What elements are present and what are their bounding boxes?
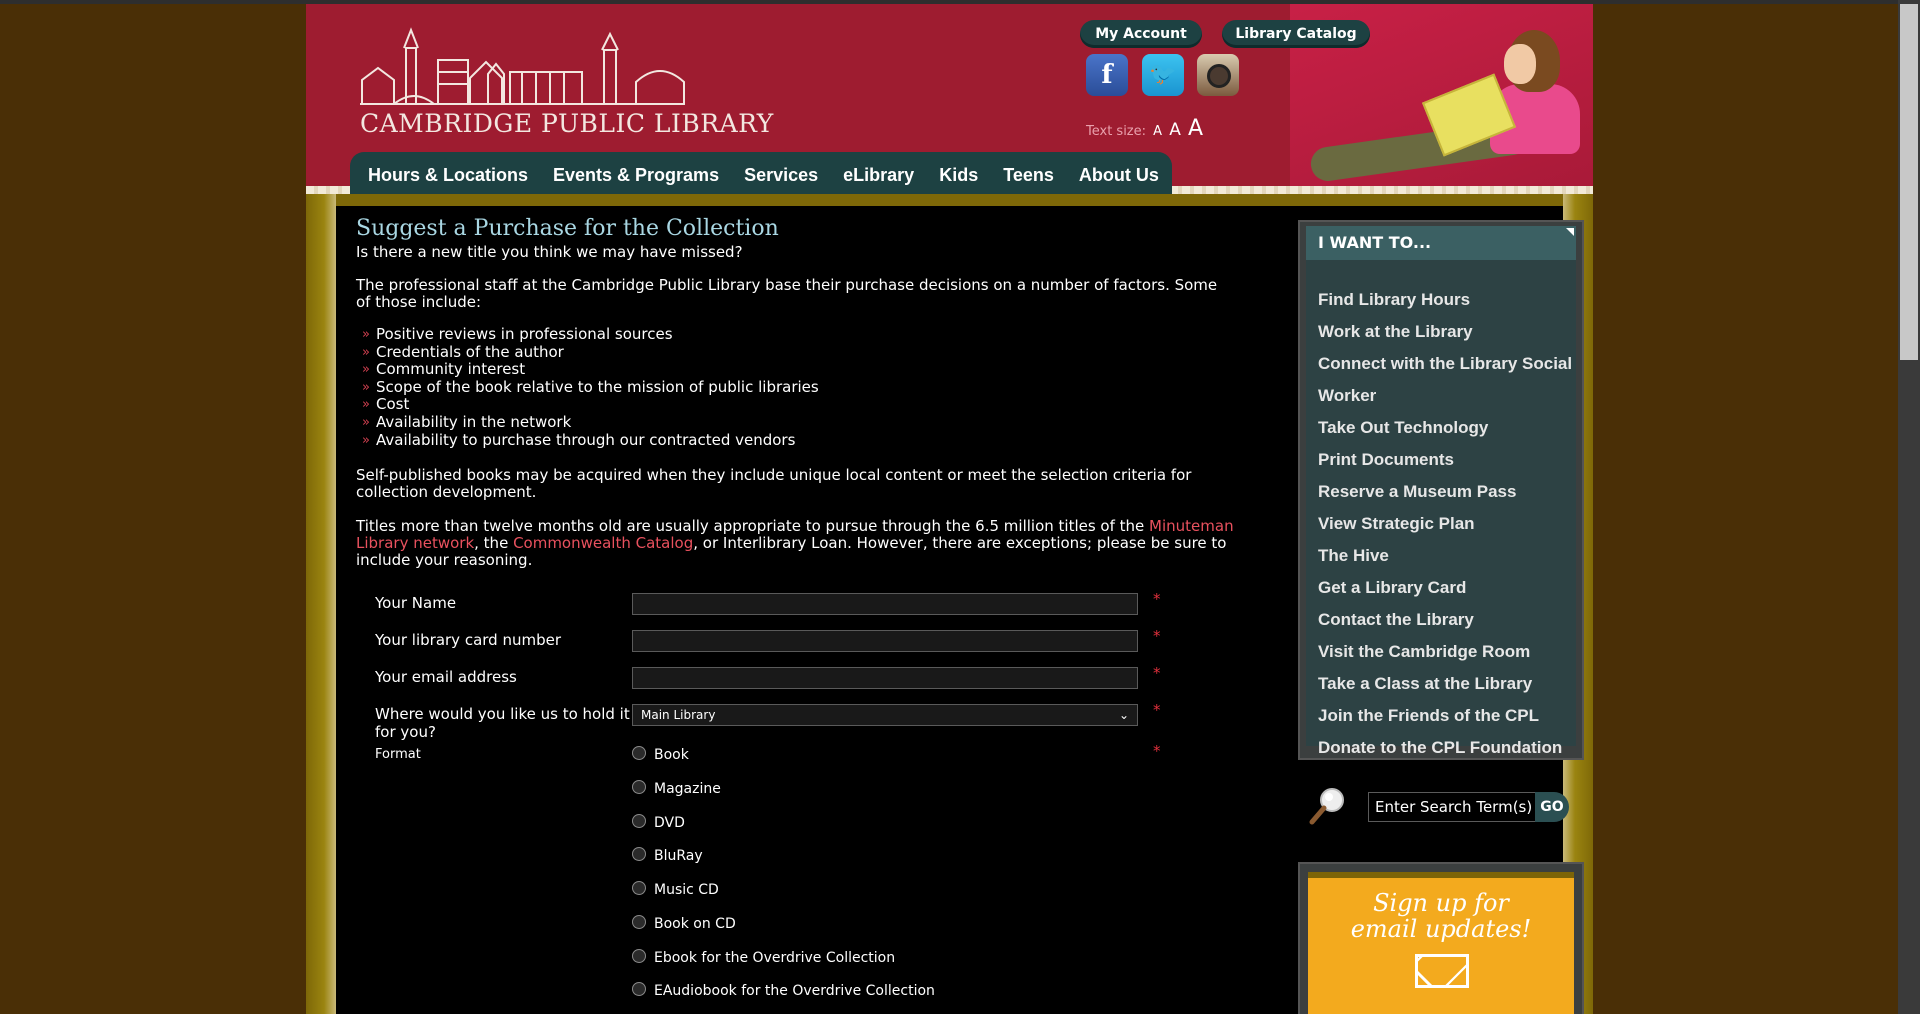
format-radio-book-on-cd[interactable]: Book on CD [632,915,736,932]
format-radio-magazine[interactable]: Magazine [632,780,721,797]
list-item: Community interest [362,361,1236,379]
required-marker: * [1153,742,1161,760]
magnifier-icon [1309,788,1344,825]
format-radio-book[interactable]: Book [632,746,689,763]
text-size-large[interactable]: A [1188,116,1203,141]
email-signup-banner[interactable]: Sign up for email updates! [1308,872,1574,1014]
sidebar-item-print[interactable]: Print Documents [1318,444,1576,476]
text-size-control: Text size: A A A [1086,116,1203,141]
sidebar-item-museum-pass[interactable]: Reserve a Museum Pass [1318,476,1576,508]
nav-about-us[interactable]: About Us [1079,152,1159,194]
list-item: Credentials of the author [362,343,1236,362]
nav-events-programs[interactable]: Events & Programs [553,152,719,194]
format-radio-eaudiobook[interactable]: EAudiobook for the Overdrive Collection [632,982,935,999]
email-signup-panel: Sign up for email updates! [1298,862,1584,1014]
email-field[interactable] [632,667,1138,689]
name-label: Your Name [375,594,457,612]
list-item: Cost [362,396,1236,414]
format-radio-bluray[interactable]: BluRay [632,847,703,864]
sidebar-item-social-worker-cont[interactable]: Worker [1318,380,1576,412]
chevron-down-icon: ⌄ [1118,708,1129,722]
hold-location-select[interactable]: Main Library ⌄ [632,704,1138,726]
facebook-icon[interactable]: f [1086,54,1128,96]
self-published-text: Self-published books may be acquired whe… [356,466,1192,502]
factors-list: Positive reviews in professional sources… [356,325,1236,450]
sidebar-item-technology[interactable]: Take Out Technology [1318,412,1576,444]
signup-line-1: Sign up for [1373,889,1509,917]
my-account-button[interactable]: My Account [1080,20,1202,48]
scrollbar-thumb[interactable] [1900,4,1918,360]
format-label: Format [375,747,421,762]
instagram-icon[interactable] [1197,54,1239,96]
search-go-button[interactable]: GO [1535,792,1569,822]
required-marker: * [1153,627,1161,645]
nav-services[interactable]: Services [744,152,818,194]
library-name[interactable]: CAMBRIDGE PUBLIC LIBRARY [360,109,774,138]
sidebar-links: Find Library Hours Work at the Library C… [1318,284,1576,764]
sidebar-item-contact[interactable]: Contact the Library [1318,604,1576,636]
required-marker: * [1153,590,1161,608]
sidebar-item-strategic-plan[interactable]: View Strategic Plan [1318,508,1576,540]
site-header: CAMBRIDGE PUBLIC LIBRARY My Account Libr… [306,4,1593,194]
text-size-label: Text size: [1086,124,1147,139]
required-marker: * [1153,701,1161,719]
sidebar-item-library-card[interactable]: Get a Library Card [1318,572,1576,604]
nav-teens[interactable]: Teens [1003,152,1054,194]
list-item: Availability to purchase through our con… [362,431,1236,450]
list-item: Scope of the book relative to the missio… [362,378,1236,397]
format-radio-dvd[interactable]: DVD [632,814,685,831]
intro-text: Is there a new title you think we may ha… [356,243,743,261]
format-radio-ebook[interactable]: Ebook for the Overdrive Collection [632,949,895,966]
format-radio-music-cd[interactable]: Music CD [632,881,719,898]
library-card-field[interactable] [632,630,1138,652]
sidebar-item-class[interactable]: Take a Class at the Library [1318,668,1576,700]
email-label: Your email address [375,668,517,686]
hold-location-label: Where would you like us to hold it for y… [375,705,630,741]
sidebar-item-social-worker[interactable]: Connect with the Library Social [1318,348,1576,380]
list-item: Positive reviews in professional sources [362,325,1236,344]
page-scrollbar[interactable] [1898,0,1920,1014]
main-nav: Hours & Locations Events & Programs Serv… [350,152,1172,194]
search-input[interactable]: Enter Search Term(s) [1368,792,1535,822]
article: Suggest a Purchase for the Collection Is… [356,216,1236,569]
frame-left-border [306,194,336,1014]
library-catalog-button[interactable]: Library Catalog [1222,20,1370,48]
sidebar-item-hive[interactable]: The Hive [1318,540,1576,572]
page-frame: CAMBRIDGE PUBLIC LIBRARY My Account Libr… [306,4,1593,1014]
main-content-area: Suggest a Purchase for the Collection Is… [336,206,1584,1014]
titles-text: Titles more than twelve months old are u… [356,517,1234,570]
text-size-small[interactable]: A [1153,124,1162,139]
staff-text: The professional staff at the Cambridge … [356,276,1218,311]
i-want-to-sidebar: I WANT TO... Find Library Hours Work at … [1298,220,1584,760]
nav-kids[interactable]: Kids [939,152,978,194]
sidebar-title: I WANT TO... [1306,226,1576,260]
envelope-icon [1415,954,1469,988]
list-item: Availability in the network [362,413,1236,432]
nav-elibrary[interactable]: eLibrary [843,152,914,194]
twitter-icon[interactable]: 🐦 [1142,54,1184,96]
nav-hours-locations[interactable]: Hours & Locations [368,152,528,194]
sidebar-item-work[interactable]: Work at the Library [1318,316,1576,348]
name-field[interactable] [632,593,1138,615]
page-title: Suggest a Purchase for the Collection [356,216,779,241]
signup-line-2: email updates! [1350,915,1532,943]
required-marker: * [1153,664,1161,682]
sidebar-item-cambridge-room[interactable]: Visit the Cambridge Room [1318,636,1576,668]
sidebar-item-friends[interactable]: Join the Friends of the CPL [1318,700,1576,732]
sidebar-item-foundation[interactable]: Donate to the CPL Foundation [1318,732,1576,764]
sidebar-item-library-hours[interactable]: Find Library Hours [1318,284,1576,316]
commonwealth-catalog-link[interactable]: Commonwealth Catalog [513,534,693,552]
text-size-medium[interactable]: A [1169,120,1181,140]
card-label: Your library card number [375,631,561,649]
